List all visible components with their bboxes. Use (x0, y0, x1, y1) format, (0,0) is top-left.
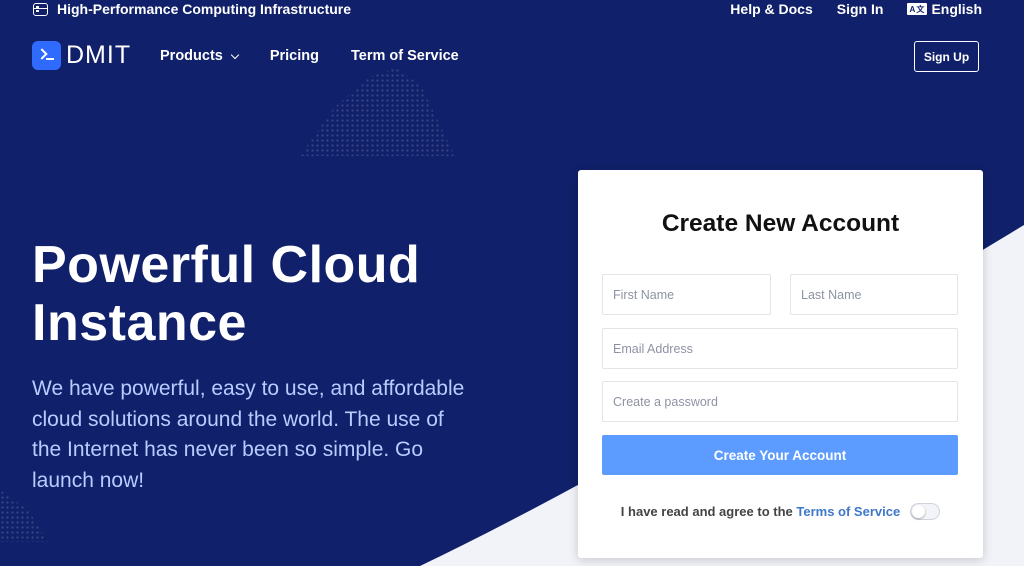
sign-in-link[interactable]: Sign In (837, 1, 884, 17)
sign-up-button[interactable]: Sign Up (914, 41, 979, 72)
hero-title: Powerful Cloud Instance (32, 236, 472, 352)
help-docs-link[interactable]: Help & Docs (730, 1, 812, 17)
password-input[interactable] (602, 381, 958, 422)
translate-icon: A文 (907, 3, 928, 15)
nav-item-products[interactable]: Products (160, 48, 240, 64)
terms-agreement: I have read and agree to the Terms of Se… (578, 503, 983, 520)
logo[interactable]: DMIT (32, 41, 131, 70)
signup-form-card: Create New Account Create Your Account I… (578, 170, 983, 558)
main-nav: DMIT Products Pricing Term of Service Si… (0, 40, 1024, 72)
tagline-group: High-Performance Computing Infrastructur… (33, 0, 351, 18)
form-title: Create New Account (661, 210, 900, 237)
language-label: English (931, 1, 982, 17)
language-selector[interactable]: A文 English (907, 1, 982, 17)
agree-text: I have read and agree to the (620, 504, 793, 519)
first-name-input[interactable] (602, 274, 771, 315)
nav-item-pricing[interactable]: Pricing (270, 48, 319, 64)
tagline: High-Performance Computing Infrastructur… (57, 1, 352, 17)
terminal-logo-icon (32, 41, 61, 70)
nav-item-terms[interactable]: Term of Service (351, 48, 459, 64)
top-links: Help & Docs Sign In A文 English (730, 0, 982, 18)
nav-item-label: Products (160, 48, 223, 64)
server-icon (33, 2, 48, 16)
agree-toggle[interactable] (910, 503, 941, 520)
logo-text: DMIT (66, 41, 132, 69)
hero-title-line: Instance (32, 294, 247, 352)
hero-title-line: Powerful Cloud (32, 236, 421, 294)
create-account-button[interactable]: Create Your Account (602, 435, 958, 475)
chevron-down-icon (230, 50, 240, 59)
hero-description: We have powerful, easy to use, and affor… (32, 377, 465, 492)
terms-of-service-link[interactable]: Terms of Service (796, 504, 900, 519)
top-bar: High-Performance Computing Infrastructur… (0, 0, 1024, 18)
email-input[interactable] (602, 328, 958, 369)
hero-section: Powerful Cloud Instance We have powerful… (32, 236, 472, 496)
last-name-input[interactable] (790, 274, 958, 315)
nav-links: Products Pricing Term of Service (160, 40, 459, 72)
